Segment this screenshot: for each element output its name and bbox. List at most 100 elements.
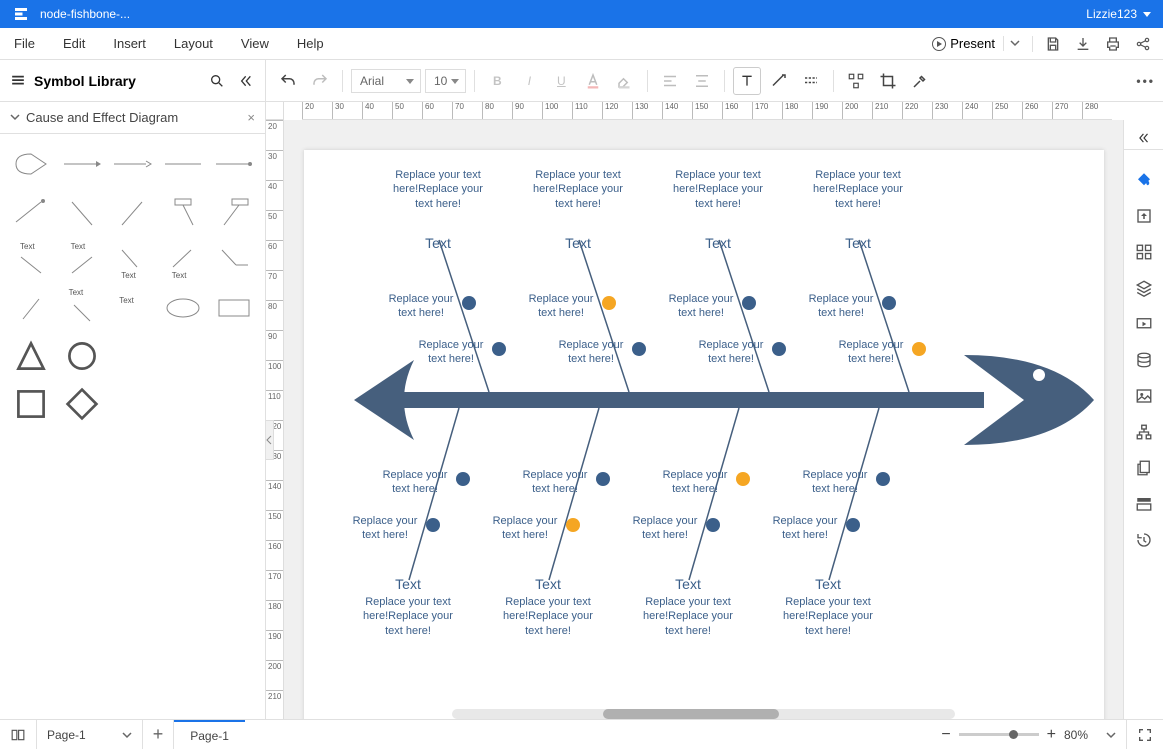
expand-rail-icon[interactable] <box>1124 126 1163 150</box>
page-tab-active[interactable]: Page-1 <box>174 720 245 749</box>
category-label[interactable]: Text <box>392 234 484 252</box>
cause-text[interactable]: Replace your text here! <box>662 292 740 321</box>
pages-panel-icon[interactable] <box>1134 458 1154 478</box>
underline-button[interactable]: U <box>547 67 575 95</box>
menu-view[interactable]: View <box>227 36 283 51</box>
cause-node[interactable] <box>876 472 890 486</box>
search-icon[interactable] <box>207 71 227 91</box>
ruler-horizontal[interactable]: 2030405060708090100110120130140150160170… <box>302 102 1112 120</box>
zoom-value[interactable]: 80% <box>1064 728 1098 742</box>
horizontal-scrollbar[interactable] <box>452 709 955 719</box>
category-text[interactable]: Replace your text here!Replace your text… <box>642 595 734 638</box>
distribute-button[interactable] <box>842 67 870 95</box>
shape-bone-sm3[interactable]: Text <box>109 286 156 330</box>
slideshow-panel-icon[interactable] <box>1134 314 1154 334</box>
page-select[interactable]: Page-1 <box>37 720 142 749</box>
collapse-sidebar-icon[interactable] <box>235 71 255 91</box>
cause-node[interactable] <box>566 518 580 532</box>
textcolor-button[interactable] <box>579 67 607 95</box>
shape-ellipse[interactable] <box>160 286 207 330</box>
category-label[interactable]: Text <box>532 234 624 252</box>
sitemap-panel-icon[interactable] <box>1134 422 1154 442</box>
cause-node[interactable] <box>882 296 896 310</box>
shape-t4[interactable]: Text <box>160 238 207 282</box>
cause-text[interactable]: Replace your text here! <box>522 292 600 321</box>
layers-panel-icon[interactable] <box>1134 278 1154 298</box>
cause-text[interactable]: Replace your text here! <box>382 292 460 321</box>
shape-bone-rect-down[interactable] <box>160 190 207 234</box>
fill-panel-icon[interactable] <box>1134 170 1154 190</box>
present-button[interactable]: Present <box>924 36 1003 51</box>
cause-node[interactable] <box>706 518 720 532</box>
category-label[interactable]: Text <box>782 575 874 593</box>
shape-t3[interactable]: Text <box>109 238 156 282</box>
shape-t1[interactable]: Text <box>8 238 55 282</box>
category-text[interactable]: Replace your text here!Replace your text… <box>672 168 764 211</box>
align-h-button[interactable] <box>656 67 684 95</box>
canvas-viewport[interactable]: Replace your text here! Replace your text… <box>284 120 1123 719</box>
cause-text[interactable]: Replace your text here! <box>412 338 490 367</box>
toolbar-more-button[interactable]: ••• <box>1136 74 1155 88</box>
redo-button[interactable] <box>306 67 334 95</box>
shape-t5[interactable] <box>210 238 257 282</box>
outline-view-button[interactable] <box>0 720 36 749</box>
cause-text[interactable]: Replace your text here! <box>692 338 770 367</box>
sidebar-collapse-handle[interactable] <box>266 420 274 460</box>
user-menu[interactable]: Lizzie123 <box>1086 7 1151 21</box>
cause-node[interactable] <box>462 296 476 310</box>
zoom-out-button[interactable]: − <box>941 726 950 744</box>
shape-square[interactable] <box>8 382 55 426</box>
category-text[interactable]: Replace your text here!Replace your text… <box>812 168 904 211</box>
shape-bone-down[interactable] <box>59 190 106 234</box>
shape-t2[interactable]: Text <box>59 238 106 282</box>
shape-line-dot[interactable] <box>210 142 257 186</box>
shape-line[interactable] <box>160 142 207 186</box>
cause-node[interactable] <box>846 518 860 532</box>
bold-button[interactable]: B <box>483 67 511 95</box>
zoom-slider[interactable] <box>959 733 1039 736</box>
shape-circle[interactable] <box>59 334 106 378</box>
export-panel-icon[interactable] <box>1134 206 1154 226</box>
text-tool-button[interactable] <box>733 67 761 95</box>
highlight-button[interactable] <box>611 67 639 95</box>
fullscreen-button[interactable] <box>1127 720 1163 749</box>
menu-edit[interactable]: Edit <box>49 36 99 51</box>
shape-bone-rect-up[interactable] <box>210 190 257 234</box>
cause-text[interactable]: Replace your text here! <box>486 514 564 543</box>
shape-arrow-up[interactable] <box>8 190 55 234</box>
cause-node[interactable] <box>736 472 750 486</box>
cause-text[interactable]: Replace your text here! <box>832 338 910 367</box>
category-text[interactable]: Replace your text here!Replace your text… <box>782 595 874 638</box>
cause-text[interactable]: Replace your text here! <box>346 514 424 543</box>
cause-text[interactable]: Replace your text here! <box>796 468 874 497</box>
print-icon[interactable] <box>1105 36 1121 52</box>
shape-bone-up[interactable] <box>109 190 156 234</box>
eyedropper-button[interactable] <box>906 67 934 95</box>
crop-button[interactable] <box>874 67 902 95</box>
cause-node[interactable] <box>632 342 646 356</box>
category-label[interactable]: Text <box>362 575 454 593</box>
shape-rect[interactable] <box>210 286 257 330</box>
comments-panel-icon[interactable] <box>1134 494 1154 514</box>
cause-text[interactable]: Replace your text here! <box>802 292 880 321</box>
shape-spine-arrow[interactable] <box>59 142 106 186</box>
close-panel-icon[interactable]: × <box>247 110 255 125</box>
cause-node[interactable] <box>596 472 610 486</box>
present-dropdown[interactable] <box>1003 36 1026 51</box>
panel-cause-effect[interactable]: Cause and Effect Diagram × <box>0 102 265 134</box>
history-panel-icon[interactable] <box>1134 530 1154 550</box>
shape-bone-sm2[interactable]: Text <box>59 286 106 330</box>
category-text[interactable]: Replace your text here!Replace your text… <box>502 595 594 638</box>
data-panel-icon[interactable] <box>1134 350 1154 370</box>
cause-node[interactable] <box>742 296 756 310</box>
cause-node[interactable] <box>426 518 440 532</box>
align-v-button[interactable] <box>688 67 716 95</box>
category-label[interactable]: Text <box>642 575 734 593</box>
shape-diamond[interactable] <box>59 382 106 426</box>
canvas-page[interactable]: Replace your text here! Replace your text… <box>304 150 1104 719</box>
cause-text[interactable]: Replace your text here! <box>656 468 734 497</box>
category-text[interactable]: Replace your text here!Replace your text… <box>532 168 624 211</box>
category-text[interactable]: Replace your text here!Replace your text… <box>392 168 484 211</box>
share-icon[interactable] <box>1135 36 1151 52</box>
fontsize-select[interactable]: 10 <box>425 69 466 93</box>
